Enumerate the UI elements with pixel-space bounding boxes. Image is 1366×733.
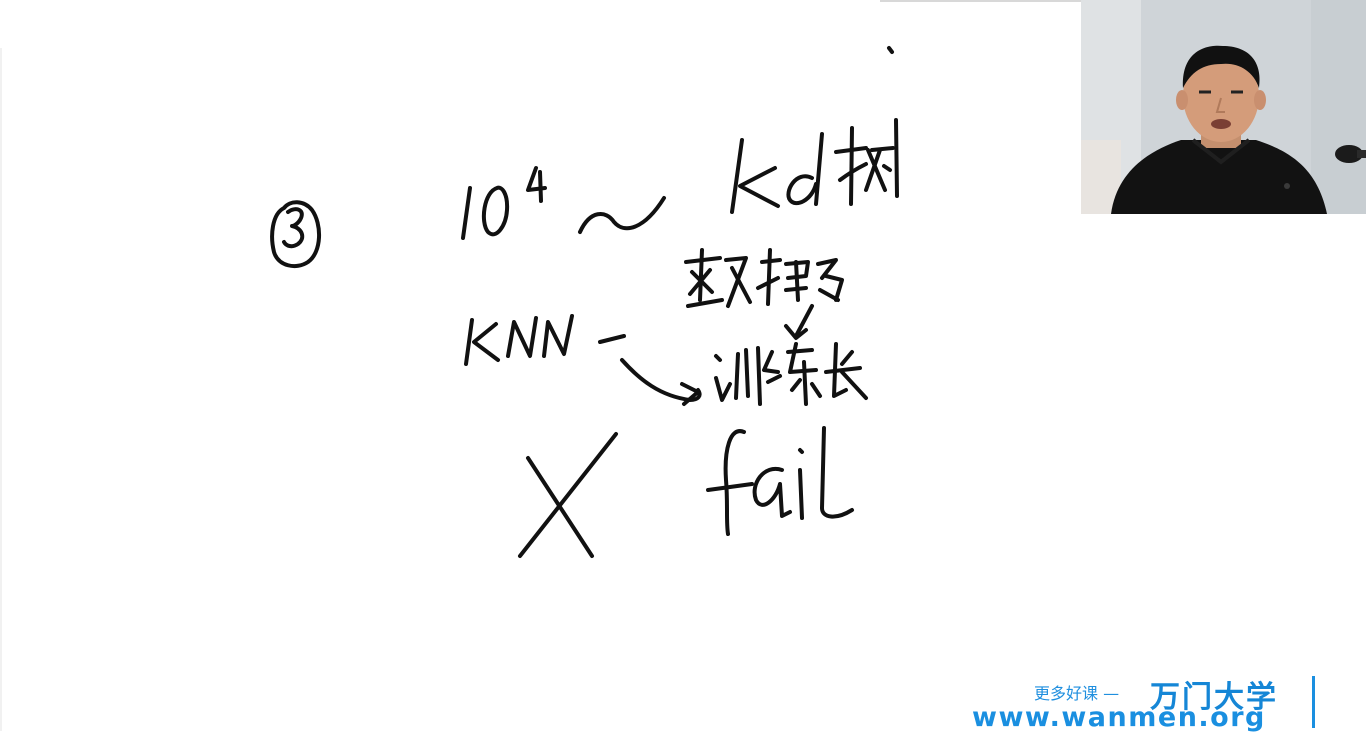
handwritten-training-long: [714, 342, 868, 406]
webcam-feed: [1081, 0, 1366, 214]
brand-url: www.wanmen.org: [972, 702, 1266, 733]
handwritten-data-many: [684, 248, 844, 308]
brand-divider-bar: [1312, 676, 1315, 728]
handwritten-kd-tree: [730, 118, 899, 214]
brand-watermark: 更多好课 — 万门大学 www.wanmen.org: [972, 672, 1332, 733]
presenter-video: [1081, 0, 1366, 214]
arrow-data-to-training: [784, 304, 814, 340]
handwritten-fail: [706, 426, 854, 536]
handwritten-ten-to-the-fourth: [461, 166, 547, 240]
arrow-knn-to-training: [620, 358, 702, 406]
handwritten-tilde: [578, 196, 666, 234]
brand-tagline: 更多好课 —: [1034, 684, 1120, 703]
stray-dot-mark: [887, 46, 894, 54]
handwritten-cross-mark: [518, 432, 618, 558]
circled-number-3: [270, 200, 321, 269]
handwritten-knn: [464, 314, 626, 366]
